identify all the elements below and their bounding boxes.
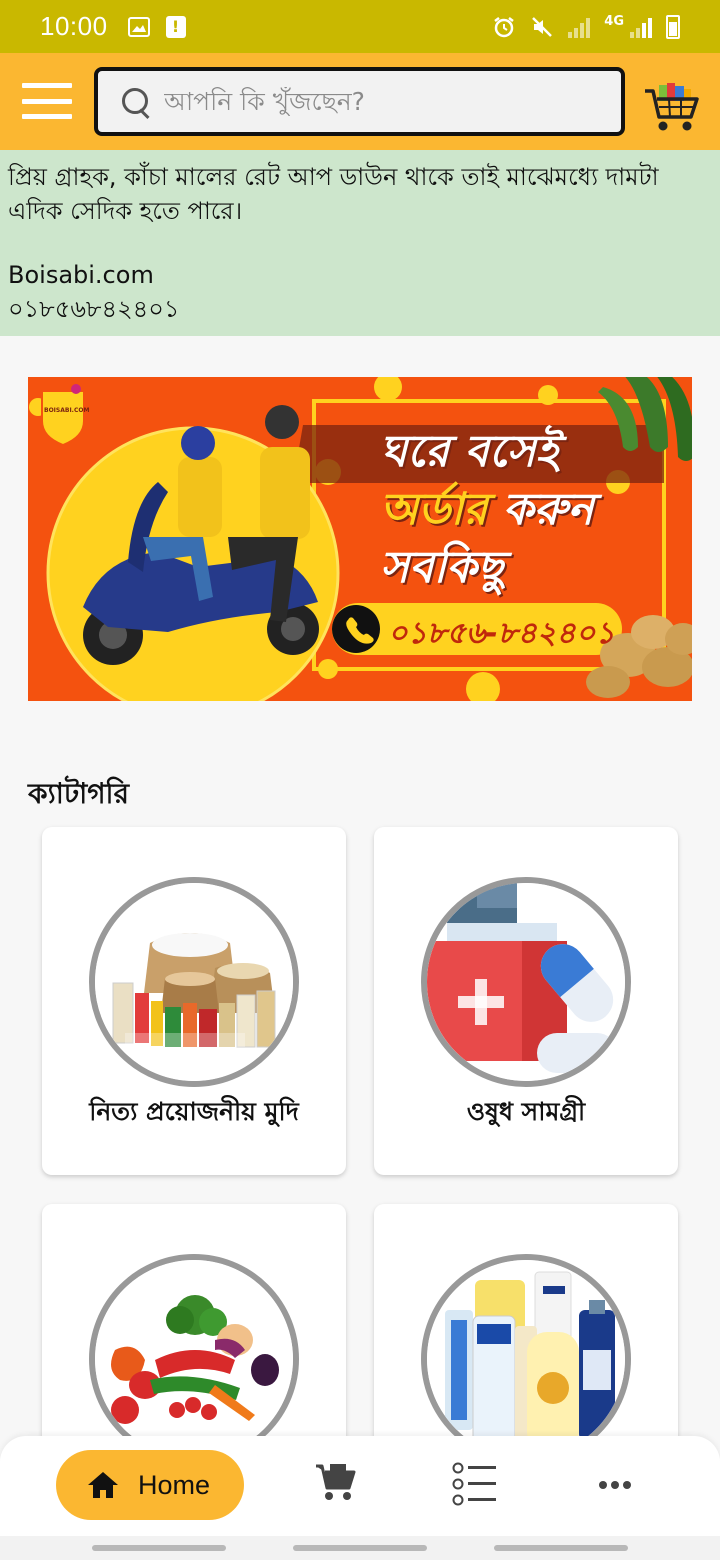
alarm-icon — [494, 16, 515, 37]
banner-line-3: সবকিছু — [380, 542, 504, 593]
promo-banner[interactable]: BOISABI.COM ঘরে বসেই অর্ডার করুন সবকিছু … — [28, 377, 692, 701]
search-icon — [120, 86, 152, 118]
notice-message: প্রিয় গ্রাহক, কাঁচা মালের রেট আপ ডাউন থ… — [8, 163, 659, 225]
search-input[interactable] — [164, 87, 584, 116]
gesture-back[interactable] — [494, 1545, 628, 1551]
signal-4g-icon — [630, 16, 652, 38]
category-label: ওষুধ সামগ্রী — [466, 1097, 586, 1126]
mute-icon — [532, 16, 553, 37]
signal-icon — [568, 16, 591, 38]
banner-line-2: অর্ডার করুন — [380, 481, 680, 539]
bottom-nav: Home — [0, 1436, 720, 1536]
banner-line-2b: করুন — [487, 484, 594, 535]
battery-icon — [666, 14, 680, 39]
category-label: নিত্য প্রয়োজনীয় মুদি — [89, 1097, 299, 1126]
category-title: ক্যাটাগরি — [28, 777, 129, 810]
category-card-medicine[interactable]: ওষুধ সামগ্রী — [374, 827, 678, 1175]
medicine-image — [421, 877, 631, 1087]
notice-phone: ০১৮৫৬৮৪২৪০১ — [8, 295, 180, 323]
nav-list[interactable] — [452, 1462, 498, 1508]
category-card-grocery[interactable]: নিত্য প্রয়োজনীয় মুদি — [42, 827, 346, 1175]
status-time: 10:00 — [40, 11, 108, 41]
notice-banner: প্রিয় গ্রাহক, কাঁচা মালের রেট আপ ডাউন থ… — [0, 150, 720, 336]
gesture-home[interactable] — [293, 1545, 427, 1551]
cart-icon — [316, 1464, 356, 1500]
image-icon — [127, 16, 150, 37]
nav-more[interactable] — [592, 1462, 638, 1508]
gesture-bar — [0, 1536, 720, 1560]
banner-line-1: ঘরে বসেই — [380, 426, 559, 477]
banner-phone: ০১৮৫৬-৮৪২৪০১ — [388, 616, 615, 651]
status-bar: 10:00 ! 4G — [0, 0, 720, 53]
network-type: 4G — [604, 14, 624, 29]
grocery-image — [89, 877, 299, 1087]
notice-site: Boisabi.com — [8, 261, 154, 289]
nav-home[interactable]: Home — [56, 1450, 244, 1520]
menu-icon[interactable] — [22, 83, 72, 119]
banner-text: ঘরে বসেই অর্ডার করুন সবকিছু — [380, 423, 680, 597]
list-icon — [452, 1462, 496, 1506]
nav-cart[interactable] — [314, 1462, 360, 1508]
alert-icon: ! — [165, 15, 186, 38]
app-bar — [0, 53, 720, 150]
home-icon — [88, 1472, 118, 1498]
vegetables-image — [89, 1254, 299, 1464]
cart-icon[interactable] — [643, 81, 701, 135]
banner-line-2a: অর্ডার — [380, 484, 488, 535]
search-box[interactable] — [94, 67, 625, 136]
gesture-recent[interactable] — [92, 1545, 226, 1551]
banner-logo-text: BOISABI.COM — [44, 407, 90, 414]
more-icon — [599, 1481, 631, 1489]
nav-home-label: Home — [138, 1469, 211, 1500]
cosmetics-image — [421, 1254, 631, 1464]
